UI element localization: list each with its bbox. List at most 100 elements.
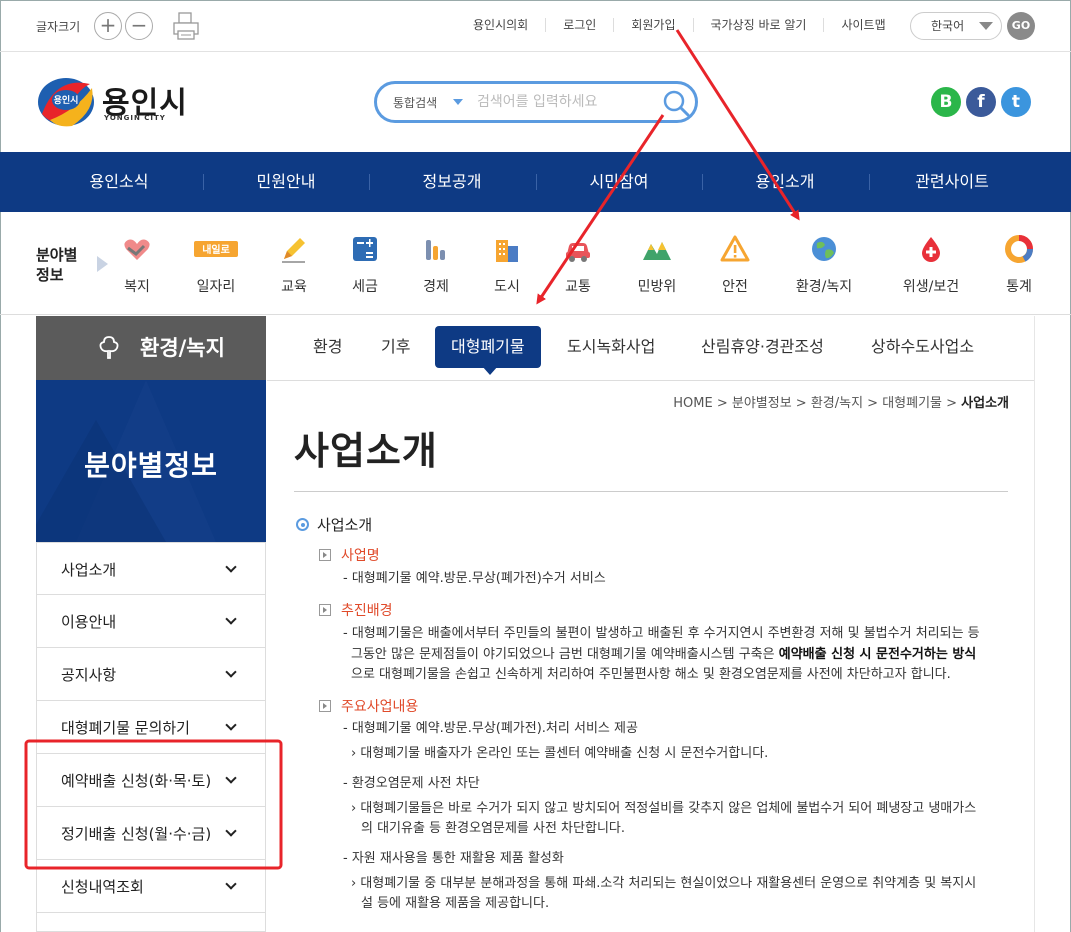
tab-bulky-waste[interactable]: 대형폐기물 xyxy=(435,326,541,368)
square-bullet-icon xyxy=(319,604,331,616)
side-menu-item-more xyxy=(36,913,266,932)
search-input[interactable] xyxy=(477,90,653,114)
main-navigation: 용인소식 민원안내 정보공개 시민참여 용인소개 관련사이트 xyxy=(0,152,1071,212)
category-jobs[interactable]: 내일로 일자리 xyxy=(176,234,256,296)
category-civil-defense[interactable]: 민방위 xyxy=(617,234,697,296)
paragraph-text: - 대형폐기물 예약.방문.무상(폐가전).처리 서비스 제공 xyxy=(343,721,638,736)
category-city[interactable]: 도시 xyxy=(467,234,547,296)
title-divider xyxy=(294,491,1008,492)
link-signup[interactable]: 회원가입 xyxy=(613,18,692,32)
paragraph-text: 그동안 많은 문제점들이 야기되었으나 금번 대형폐기물 예약배출시스템 구축은… xyxy=(351,647,977,662)
paragraph-text: - 환경오염문제 사전 차단 xyxy=(343,776,480,791)
subsection-title: 추진배경 xyxy=(319,600,393,620)
category-statistics[interactable]: 통계 xyxy=(979,234,1059,296)
font-increase-button[interactable]: + xyxy=(94,12,122,40)
language-value: 한국어 xyxy=(931,19,965,33)
category-economy[interactable]: 경제 xyxy=(396,234,476,296)
building-icon xyxy=(496,240,518,262)
gnb-item-about[interactable]: 용인소개 xyxy=(702,152,868,212)
subsection-title: 사업명 xyxy=(319,545,380,565)
tab-urban-greening[interactable]: 도시녹화사업 xyxy=(551,326,671,368)
handshake-icon xyxy=(124,239,150,260)
search-icon[interactable] xyxy=(661,88,691,118)
tab-environment[interactable]: 환경 xyxy=(297,326,358,368)
breadcrumb-current: 사업소개 xyxy=(961,396,1009,411)
side-menu-banner-title: 분야별정보 xyxy=(84,449,218,482)
category-environment[interactable]: 환경/녹지 xyxy=(784,234,864,296)
blood-drop-icon xyxy=(922,237,940,262)
twitter-icon[interactable]: t xyxy=(1001,87,1031,117)
chevron-down-icon xyxy=(979,22,993,30)
gnb-item-participation[interactable]: 시민참여 xyxy=(536,152,702,212)
print-icon[interactable] xyxy=(172,11,200,41)
emphasis-text: 예약배출 신청 시 문전수거하는 방식 xyxy=(778,647,977,662)
mountain-icon xyxy=(643,242,671,260)
link-council[interactable]: 용인시의회 xyxy=(456,18,545,32)
section-heading: 사업소개 xyxy=(296,514,372,535)
paragraph-text: 으로 대형폐기물을 손쉽고 신속하게 처리하여 주민불편사항 해소 및 환경오염… xyxy=(351,667,951,682)
pie-chart-icon xyxy=(1005,235,1033,263)
side-menu-item-notice[interactable]: 공지사항 xyxy=(36,648,266,701)
gnb-item-disclosure[interactable]: 정보공개 xyxy=(369,152,535,212)
page-title: 사업소개 xyxy=(294,429,438,473)
gnb-item-news[interactable]: 용인소식 xyxy=(36,152,202,212)
link-sitemap[interactable]: 사이트맵 xyxy=(823,18,902,32)
category-safety[interactable]: 안전 xyxy=(695,234,775,296)
calculator-icon xyxy=(353,237,377,261)
paragraph-text: › 대형폐기물 배출자가 온라인 또는 콜센터 예약배출 신청 시 문전수거합니… xyxy=(351,746,769,761)
category-health[interactable]: 위생/보건 xyxy=(891,234,971,296)
facebook-icon[interactable]: f xyxy=(966,87,996,117)
category-strip: 분야별 정보 복지 내일로 일자리 교육 세금 경제 도시 교통 민방위 안전 … xyxy=(0,212,1071,315)
paragraph-text: - 자원 재사용을 통한 재활용 제품 활성화 xyxy=(343,851,564,866)
utility-links: 용인시의회 로그인 회원가입 국가상징 바로 알기 사이트맵 xyxy=(456,18,903,32)
sub-tabs: 환경 기후 대형폐기물 도시녹화사업 산림휴양·경관조성 상하수도사업소 xyxy=(267,316,1035,381)
side-menu-item-guide[interactable]: 이용안내 xyxy=(36,595,266,648)
chevron-down-icon xyxy=(225,666,237,678)
paragraph-text: › 대형폐기물들은 바로 수거가 되지 않고 방치되어 적정설비를 갖추지 않은… xyxy=(351,801,977,816)
search-bar: 통합검색 xyxy=(374,81,698,123)
tab-forest-recreation[interactable]: 산림휴양·경관조성 xyxy=(685,326,840,368)
side-menu-item-regular[interactable]: 정기배출 신청(월·수·금) xyxy=(36,807,266,860)
tab-water-office[interactable]: 상하수도사업소 xyxy=(855,326,990,368)
paragraph-text: 의 대기유출 등 환경오염문제를 사전 차단합니다. xyxy=(361,821,625,836)
chevron-down-icon xyxy=(225,878,237,890)
subsection-title: 주요사업내용 xyxy=(319,696,418,716)
tab-climate[interactable]: 기후 xyxy=(365,326,426,368)
gnb-item-related[interactable]: 관련사이트 xyxy=(869,152,1035,212)
search-category[interactable]: 통합검색 xyxy=(393,94,437,111)
square-bullet-icon xyxy=(319,549,331,561)
car-icon xyxy=(566,243,590,262)
language-select[interactable]: 한국어 xyxy=(910,12,1002,40)
blog-icon[interactable]: B xyxy=(931,87,961,117)
jobs-badge-icon: 내일로 xyxy=(194,241,238,257)
side-menu-item-reservation[interactable]: 예약배출 신청(화·목·토) xyxy=(36,754,266,807)
link-login[interactable]: 로그인 xyxy=(545,18,613,32)
paragraph-text: 설 등에 재활용 제품을 제공합니다. xyxy=(361,896,550,911)
go-button[interactable]: GO xyxy=(1007,12,1035,40)
category-traffic[interactable]: 교통 xyxy=(538,234,618,296)
side-menu-header: 환경/녹지 xyxy=(36,316,266,380)
tree-icon xyxy=(99,336,119,359)
content-border xyxy=(1034,316,1035,932)
side-menu-banner: 분야별정보 xyxy=(36,380,266,542)
svg-text:용인시: 용인시 xyxy=(54,95,79,106)
logo-subtext: YONGIN CITY xyxy=(104,114,166,122)
category-tax[interactable]: 세금 xyxy=(325,234,405,296)
side-menu-item-intro[interactable]: 사업소개 xyxy=(36,542,266,595)
link-national-symbol[interactable]: 국가상징 바로 알기 xyxy=(692,18,824,32)
font-decrease-button[interactable]: − xyxy=(125,12,153,40)
chevron-down-icon xyxy=(225,825,237,837)
chevron-down-icon xyxy=(225,772,237,784)
caret-down-icon xyxy=(453,99,463,105)
svg-text:내일로: 내일로 xyxy=(202,243,230,256)
category-welfare[interactable]: 복지 xyxy=(97,234,177,296)
breadcrumb: HOME > 분야별정보 > 환경/녹지 > 대형폐기물 > 사업소개 xyxy=(673,396,1009,411)
globe-icon xyxy=(812,237,836,261)
square-bullet-icon xyxy=(319,700,331,712)
gnb-item-civil[interactable]: 민원안내 xyxy=(203,152,369,212)
side-menu-item-history[interactable]: 신청내역조회 xyxy=(36,860,266,913)
paragraph-text: › 대형폐기물 중 대부분 분해과정을 통해 파쇄.소각 처리되는 현실이었으나… xyxy=(351,876,977,891)
category-education[interactable]: 교육 xyxy=(254,234,334,296)
bar-chart-icon xyxy=(426,240,445,260)
side-menu-item-inquiry[interactable]: 대형폐기물 문의하기 xyxy=(36,701,266,754)
